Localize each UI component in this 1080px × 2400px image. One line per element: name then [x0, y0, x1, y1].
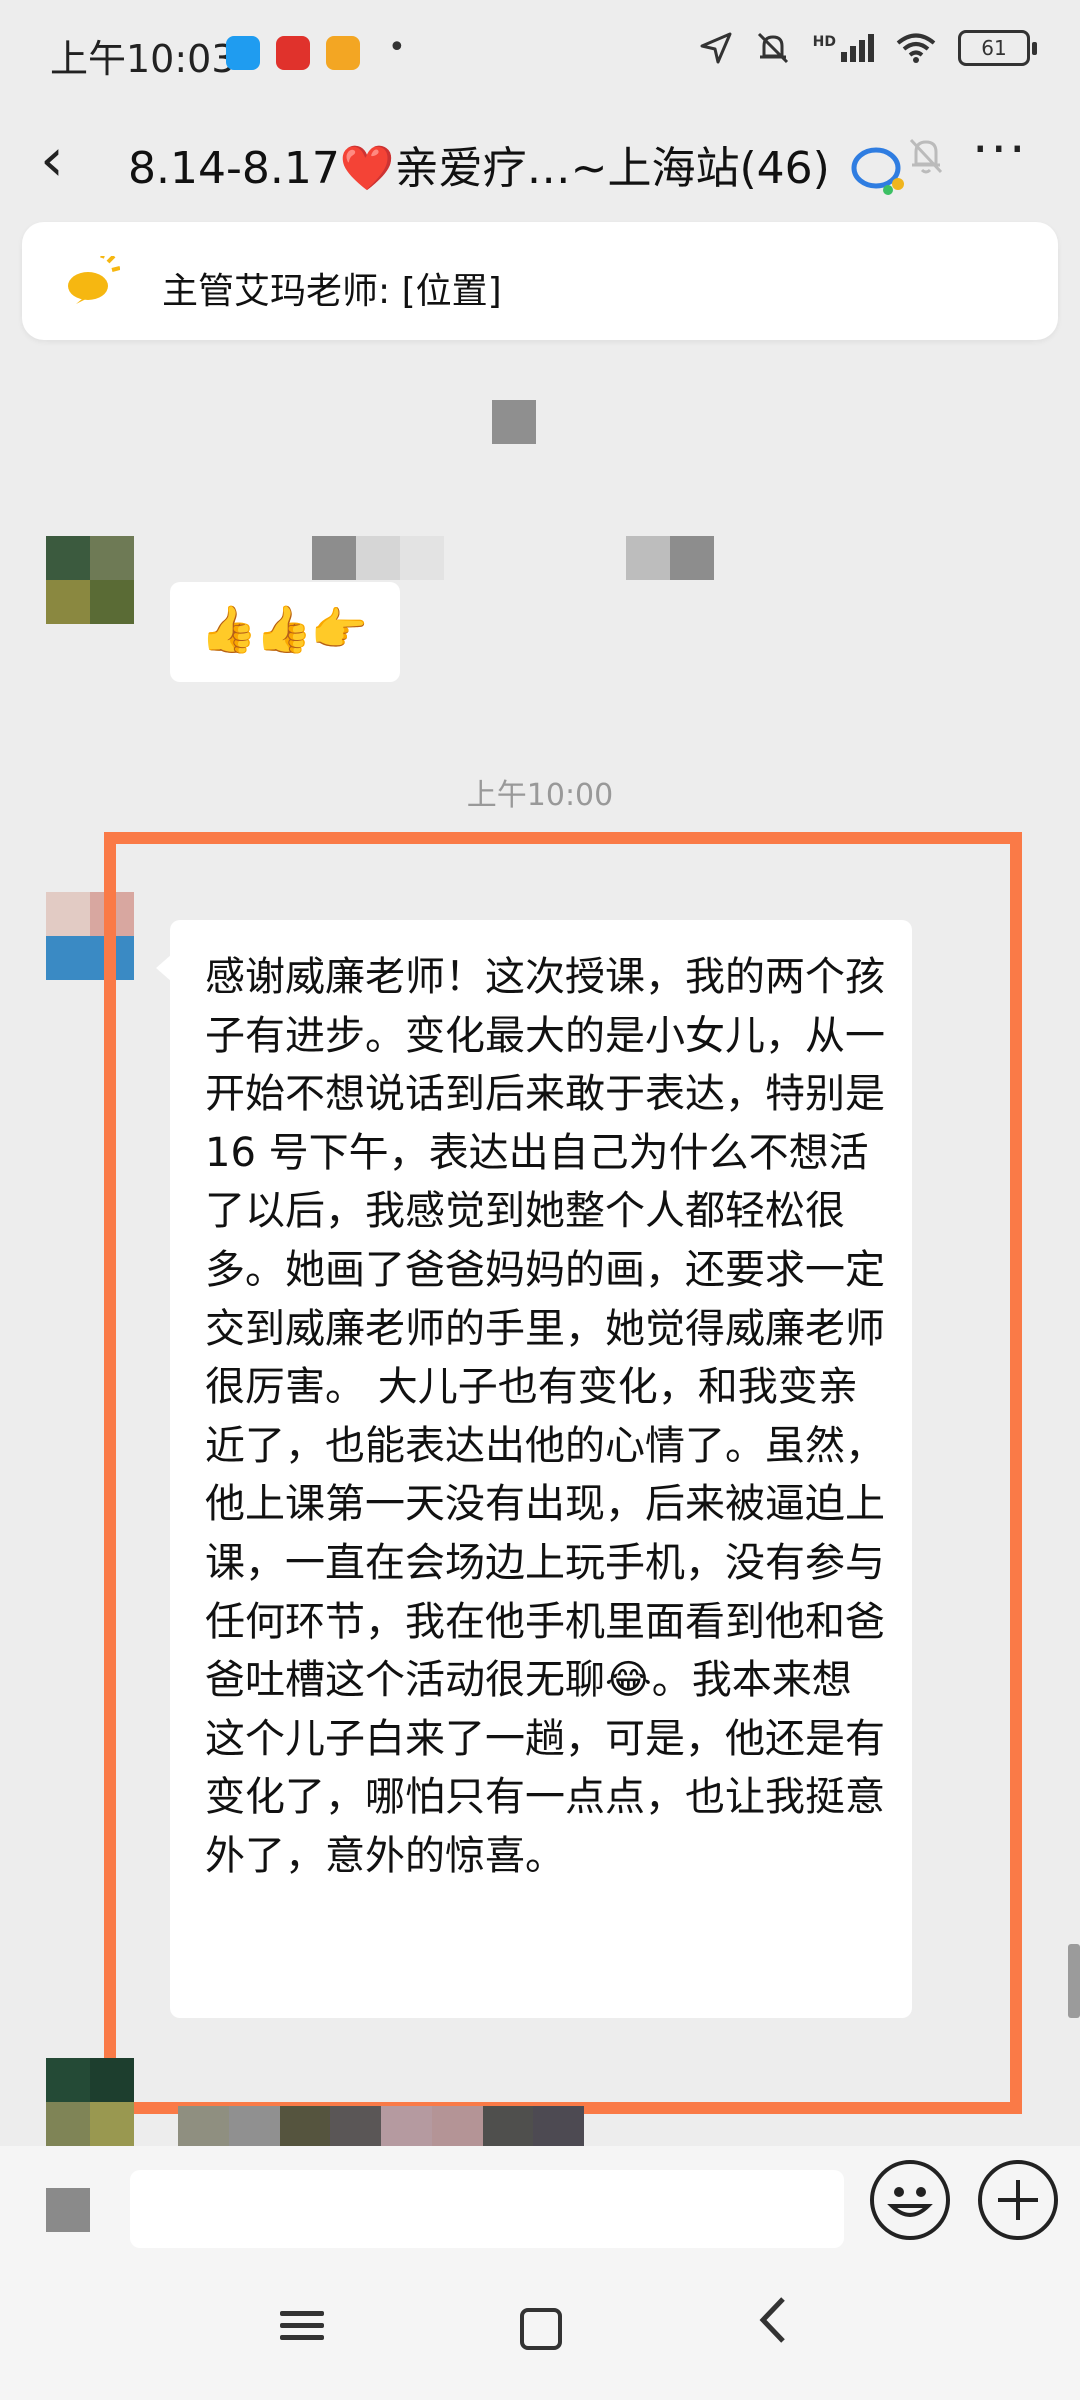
timestamp-divider: 上午10:00: [466, 778, 614, 813]
mute-bell-icon: [909, 138, 943, 174]
avatar[interactable]: [46, 2058, 134, 2146]
group-chat-icon: [851, 147, 904, 195]
plus-icon: [998, 2180, 1038, 2220]
scrollbar-thumb[interactable]: [1068, 1944, 1080, 2018]
chat-header: ‹ 8.14-8.17❤️亲爱疗…~上海站(46) ···: [0, 110, 1080, 220]
message-bubble[interactable]: 👍👍👉: [170, 582, 400, 682]
home-button[interactable]: [520, 2308, 562, 2350]
thumbs-up-emoji: 👍👍👉: [200, 602, 368, 656]
voice-input-button[interactable]: [46, 2188, 90, 2232]
back-button[interactable]: ‹: [40, 130, 100, 200]
avatar[interactable]: [46, 536, 134, 624]
back-icon: ‹: [40, 125, 64, 195]
emoji-button[interactable]: [870, 2160, 950, 2240]
more-notifications-dot: •: [388, 30, 406, 65]
location-icon: [700, 32, 732, 64]
input-bar: [0, 2146, 1080, 2268]
add-attachment-button[interactable]: [978, 2160, 1058, 2240]
chat-title[interactable]: 8.14-8.17❤️亲爱疗…~上海站(46): [128, 132, 908, 196]
chevron-left-icon: [759, 2297, 785, 2343]
wifi-icon: [896, 33, 936, 63]
announcement-icon: [68, 256, 120, 304]
censored-sender-name: [168, 536, 728, 580]
highlight-annotation-box: [104, 832, 1022, 2114]
status-time: 上午10:03: [50, 37, 236, 81]
status-icons: HD 61: [699, 30, 1037, 66]
censored-sender-name: [178, 2106, 584, 2146]
system-navigation-bar: [0, 2268, 1080, 2400]
news-app-icon: [276, 36, 310, 70]
notification-off-icon: [757, 32, 788, 64]
battery-indicator: 61: [958, 30, 1037, 66]
censored-mosaic: [492, 400, 536, 444]
hd-label: HD: [812, 34, 836, 50]
smiley-icon: [887, 2187, 933, 2217]
chat-title-prefix: 8.14-8.17: [128, 143, 340, 194]
pinned-text: 主管艾玛老师: [位置]: [162, 271, 502, 312]
chat-title-suffix: 亲爱疗…~上海站(46): [394, 143, 830, 194]
message-input[interactable]: [130, 2170, 844, 2248]
pinned-announcement[interactable]: 主管艾玛老师: [位置]: [22, 222, 1058, 340]
status-bar: 上午10:03 • HD 61: [0, 0, 1080, 110]
more-options-button[interactable]: ···: [972, 120, 1028, 180]
system-back-button[interactable]: [755, 2290, 789, 2360]
heart-icon: ❤️: [339, 143, 395, 194]
notes-app-icon: [326, 36, 360, 70]
recent-apps-button[interactable]: [280, 2304, 324, 2347]
app-notification-icon: [226, 36, 260, 70]
signal-icon: HD: [813, 34, 874, 62]
